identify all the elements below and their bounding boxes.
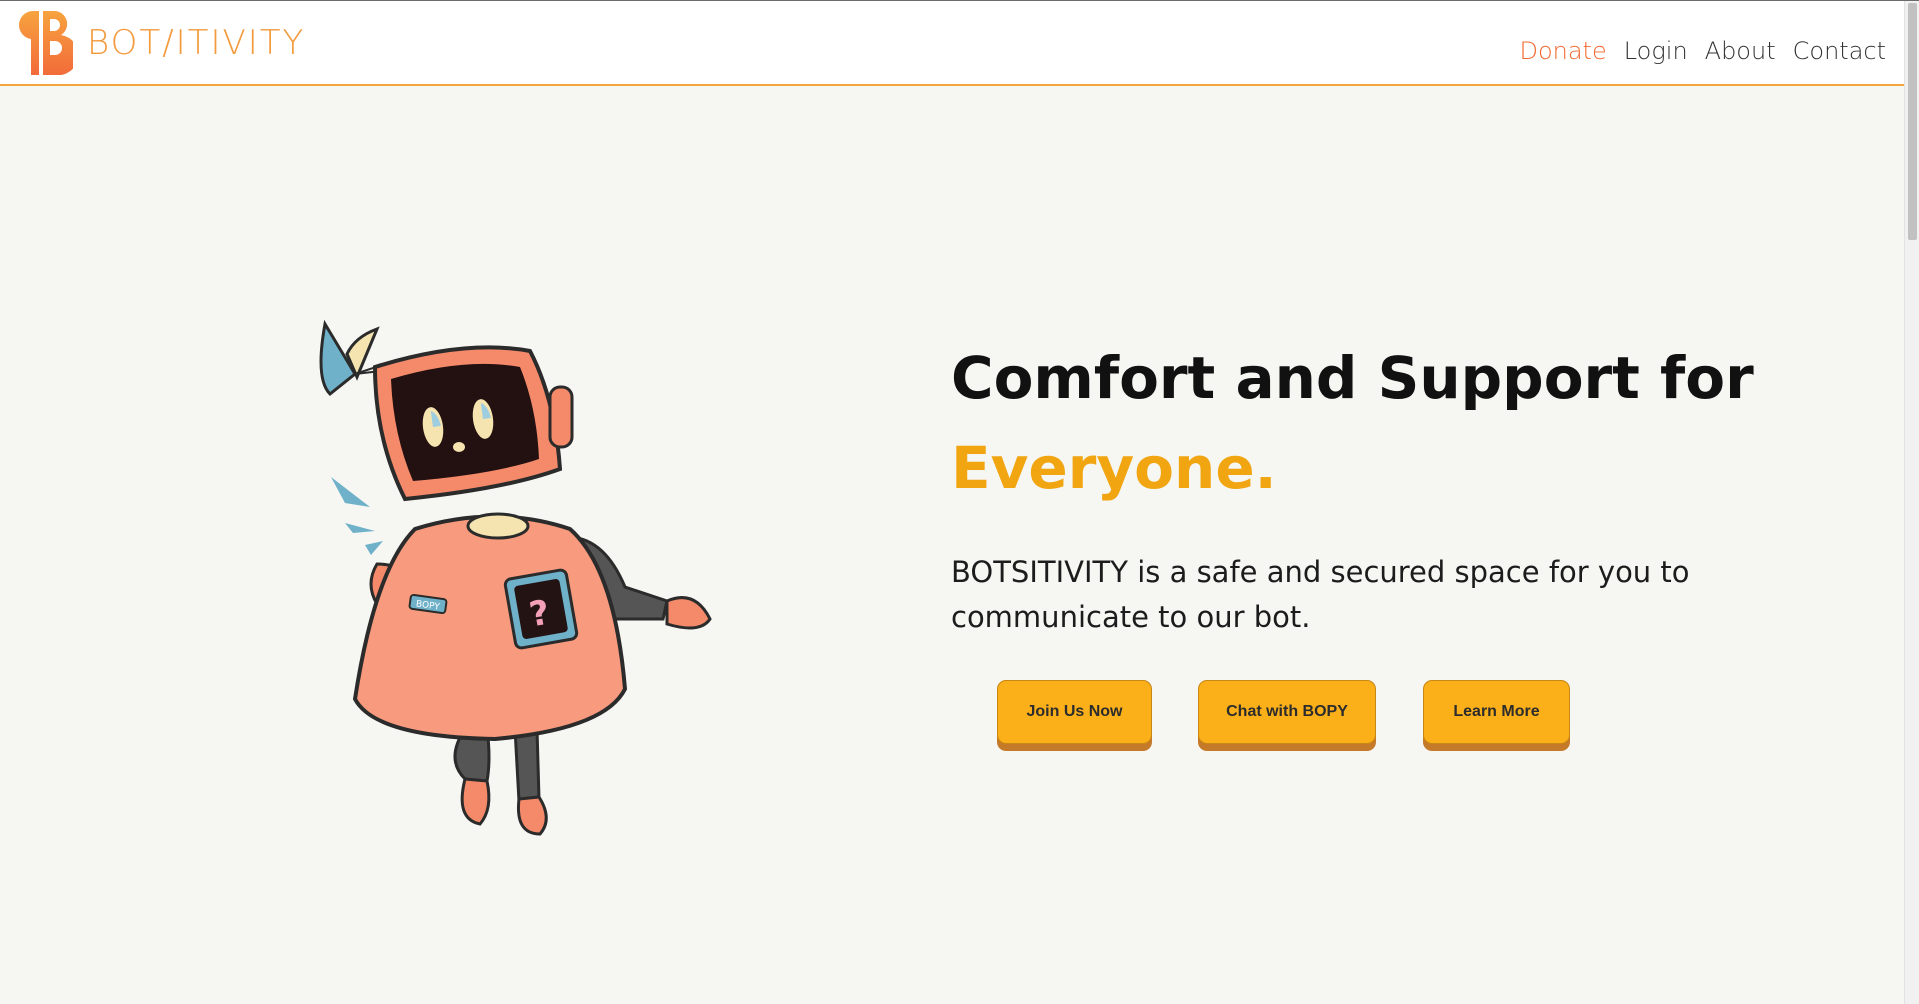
sparkle-mark bbox=[331, 477, 370, 507]
robot-mascot-illustration: ? BOPY bbox=[319, 319, 712, 836]
join-us-now-button[interactable]: Join Us Now bbox=[997, 680, 1152, 744]
brand-logo-icon bbox=[18, 11, 73, 75]
main-nav: Donate Login About Contact bbox=[1519, 37, 1886, 65]
site-header: BOT/ITIVITY Donate Login About Contact bbox=[0, 1, 1904, 86]
brand-name: BOT/ITIVITY bbox=[87, 23, 306, 63]
sparkle-mark bbox=[365, 541, 383, 555]
nav-about-link[interactable]: About bbox=[1705, 37, 1776, 65]
chat-with-bopy-button[interactable]: Chat with BOPY bbox=[1198, 680, 1376, 744]
logo[interactable]: BOT/ITIVITY bbox=[17, 11, 305, 75]
nav-contact-link[interactable]: Contact bbox=[1793, 37, 1886, 65]
scrollbar-thumb[interactable] bbox=[1908, 3, 1917, 240]
nav-login-link[interactable]: Login bbox=[1624, 37, 1688, 65]
hero-title: Comfort and Support for Everyone. bbox=[951, 333, 1754, 513]
hero-title-line: Comfort and Support for bbox=[951, 344, 1754, 412]
hero-description: BOTSITIVITY is a safe and secured space … bbox=[951, 555, 1690, 634]
hero-title-accent: Everyone. bbox=[951, 434, 1277, 502]
page: BOT/ITIVITY Donate Login About Contact ?… bbox=[0, 0, 1919, 1004]
learn-more-button[interactable]: Learn More bbox=[1423, 680, 1570, 744]
vertical-scrollbar[interactable] bbox=[1904, 1, 1919, 1004]
nav-donate-link[interactable]: Donate bbox=[1519, 37, 1606, 65]
sparkle-mark bbox=[345, 523, 375, 533]
